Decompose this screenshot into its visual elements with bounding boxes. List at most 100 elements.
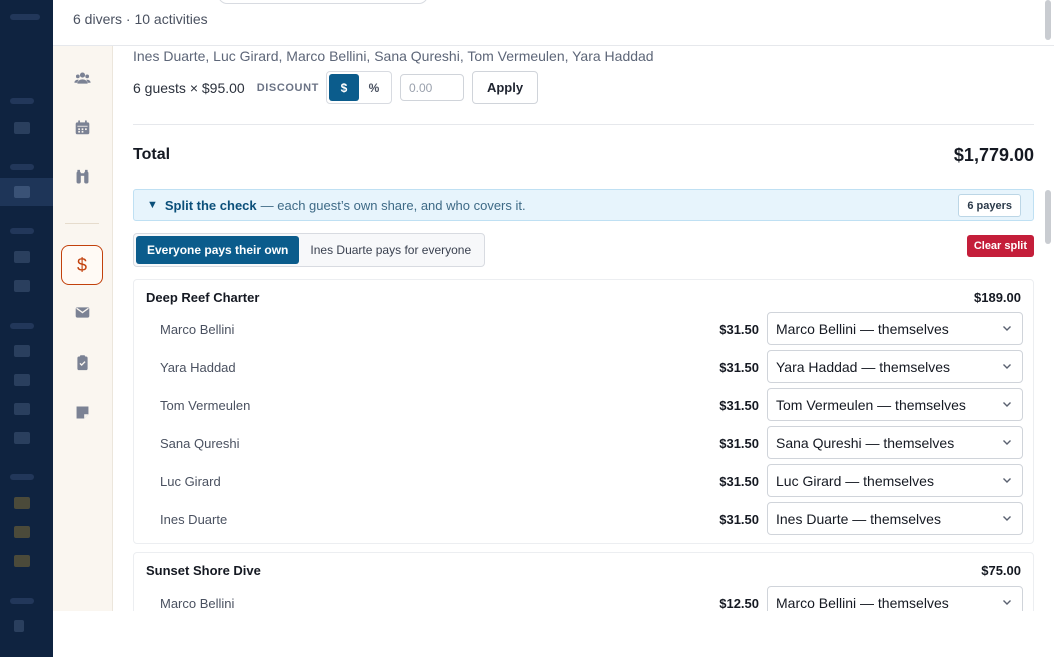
activity-total: $189.00 [974, 290, 1021, 305]
background-nav-item [14, 186, 30, 198]
everyone-pays-own-button[interactable]: Everyone pays their own [136, 236, 300, 264]
guests-icon [73, 70, 91, 92]
background-section-label [10, 474, 34, 480]
dollar-icon: $ [76, 254, 87, 275]
background-nav-item [14, 555, 30, 567]
background-nav-item [14, 122, 30, 134]
split-mode-toggle: Everyone pays their own Ines Duarte pays… [133, 233, 486, 267]
share-row: Sana Qureshi $31.50 Sana Qureshi — thems… [134, 426, 1035, 464]
background-nav-item [14, 374, 30, 386]
chevron-down-icon [1000, 511, 1014, 525]
background-section-label [10, 598, 34, 604]
section-divider [133, 124, 1034, 125]
activity-name: Deep Reef Charter [146, 290, 260, 305]
booking-modal: 6 divers · 10 activities $ Ines Duarte, … [53, 0, 1054, 611]
one-payer-button[interactable]: Ines Duarte pays for everyone [299, 236, 482, 264]
total-value: $1,779.00 [953, 145, 1034, 165]
background-app-sidebar [0, 0, 53, 657]
activity-card: Deep Reef Charter $189.00 Marco Bellini … [133, 279, 1034, 544]
clipboard-icon [74, 354, 91, 376]
payer-select-value: Sana Qureshi — themselves [776, 434, 955, 451]
split-check-toggle[interactable]: ▼ Split the check — each guest’s own sha… [133, 189, 1034, 221]
share-amount: $31.50 [719, 436, 759, 451]
payer-select[interactable]: Marco Bellini — themselves [767, 586, 1023, 611]
background-nav-item [14, 280, 30, 292]
rail-messages-button[interactable] [61, 295, 103, 335]
background-nav-item [14, 497, 30, 509]
background-nav-item [14, 620, 24, 632]
rail-guests-button[interactable] [61, 61, 103, 101]
chevron-down-icon [1000, 397, 1014, 411]
discount-percent-button[interactable]: % [359, 74, 389, 101]
share-row: Ines Duarte $31.50 Ines Duarte — themsel… [134, 502, 1035, 540]
content-scrollbar-track[interactable] [1042, 46, 1054, 611]
share-guest: Tom Vermeulen [160, 398, 251, 413]
billing-content: Ines Duarte, Luc Girard, Marco Bellini, … [133, 46, 1034, 611]
gear-icon [74, 169, 91, 191]
rail-notes-button[interactable] [61, 395, 103, 435]
section-rail: $ [53, 46, 113, 611]
modal-footer-area [53, 611, 1054, 657]
payer-select[interactable]: Marco Bellini — themselves [767, 312, 1023, 345]
split-description: — each guest’s own share, and who covers… [260, 197, 526, 213]
share-row: Marco Bellini $31.50 Marco Bellini — the… [134, 312, 1035, 350]
payer-select-value: Luc Girard — themselves [776, 472, 934, 489]
payer-select[interactable]: Ines Duarte — themselves [767, 502, 1023, 535]
price-calculation: 6 guests × $95.00 [133, 79, 245, 96]
background-section-label [10, 164, 34, 170]
total-label: Total [133, 146, 171, 163]
discount-input[interactable]: 0.00 [399, 74, 464, 101]
content-scrollbar-thumb[interactable] [1045, 190, 1051, 244]
header-scrollbar-thumb[interactable] [1045, 0, 1051, 40]
chevron-down-icon [1000, 435, 1014, 449]
share-amount: $12.50 [719, 596, 759, 611]
payer-select[interactable]: Sana Qureshi — themselves [767, 426, 1023, 459]
rail-gear-button[interactable] [61, 160, 103, 200]
share-guest: Yara Haddad [160, 360, 236, 375]
discount-label: DISCOUNT [256, 81, 319, 94]
payers-badge: 6 payers [958, 194, 1021, 217]
chevron-down-icon [1000, 473, 1014, 487]
payer-select-value: Tom Vermeulen — themselves [776, 396, 966, 413]
pricing-row: 6 guests × $95.00 DISCOUNT $ % 0.00 Appl… [133, 71, 539, 104]
share-row: Yara Haddad $31.50 Yara Haddad — themsel… [134, 350, 1035, 388]
mail-icon [74, 304, 91, 326]
rail-schedule-button[interactable] [61, 110, 103, 150]
calendar-icon [74, 119, 91, 141]
clear-split-button[interactable]: Clear split [966, 235, 1034, 257]
apply-discount-button[interactable]: Apply [471, 71, 539, 104]
background-nav-item [14, 432, 30, 444]
modal-header: 6 divers · 10 activities [53, 0, 1054, 46]
activity-name: Sunset Shore Dive [146, 563, 261, 578]
chevron-down-icon [1000, 595, 1014, 609]
activity-total: $75.00 [981, 563, 1021, 578]
share-amount: $31.50 [719, 322, 759, 337]
share-guest: Marco Bellini [160, 322, 235, 337]
share-guest: Sana Qureshi [160, 436, 240, 451]
share-row: Marco Bellini $12.50 Marco Bellini — the… [134, 586, 1035, 611]
share-row: Luc Girard $31.50 Luc Girard — themselve… [134, 464, 1035, 502]
share-guest: Ines Duarte [160, 512, 228, 527]
background-logo [10, 14, 40, 20]
rail-billing-button[interactable]: $ [61, 245, 103, 285]
payer-select-value: Ines Duarte — themselves [776, 510, 941, 527]
header-search-pill[interactable] [218, 0, 428, 4]
chevron-down-icon [1000, 321, 1014, 335]
guest-names: Ines Duarte, Luc Girard, Marco Bellini, … [133, 48, 654, 64]
note-icon [74, 404, 91, 426]
background-nav-item [14, 345, 30, 357]
share-row: Tom Vermeulen $31.50 Tom Vermeulen — the… [134, 388, 1035, 426]
collapse-triangle-icon: ▼ [147, 199, 158, 211]
background-section-label [10, 323, 34, 329]
background-section-label [10, 98, 34, 104]
rail-checklist-button[interactable] [61, 345, 103, 385]
split-title: Split the check [164, 197, 257, 213]
payer-select[interactable]: Tom Vermeulen — themselves [767, 388, 1023, 421]
discount-dollar-button[interactable]: $ [328, 74, 359, 101]
share-amount: $31.50 [719, 360, 759, 375]
payer-select[interactable]: Luc Girard — themselves [767, 464, 1023, 497]
payer-select[interactable]: Yara Haddad — themselves [767, 350, 1023, 383]
discount-type-toggle: $ % [325, 71, 392, 104]
background-nav-item [14, 526, 30, 538]
background-section-label [10, 228, 34, 234]
